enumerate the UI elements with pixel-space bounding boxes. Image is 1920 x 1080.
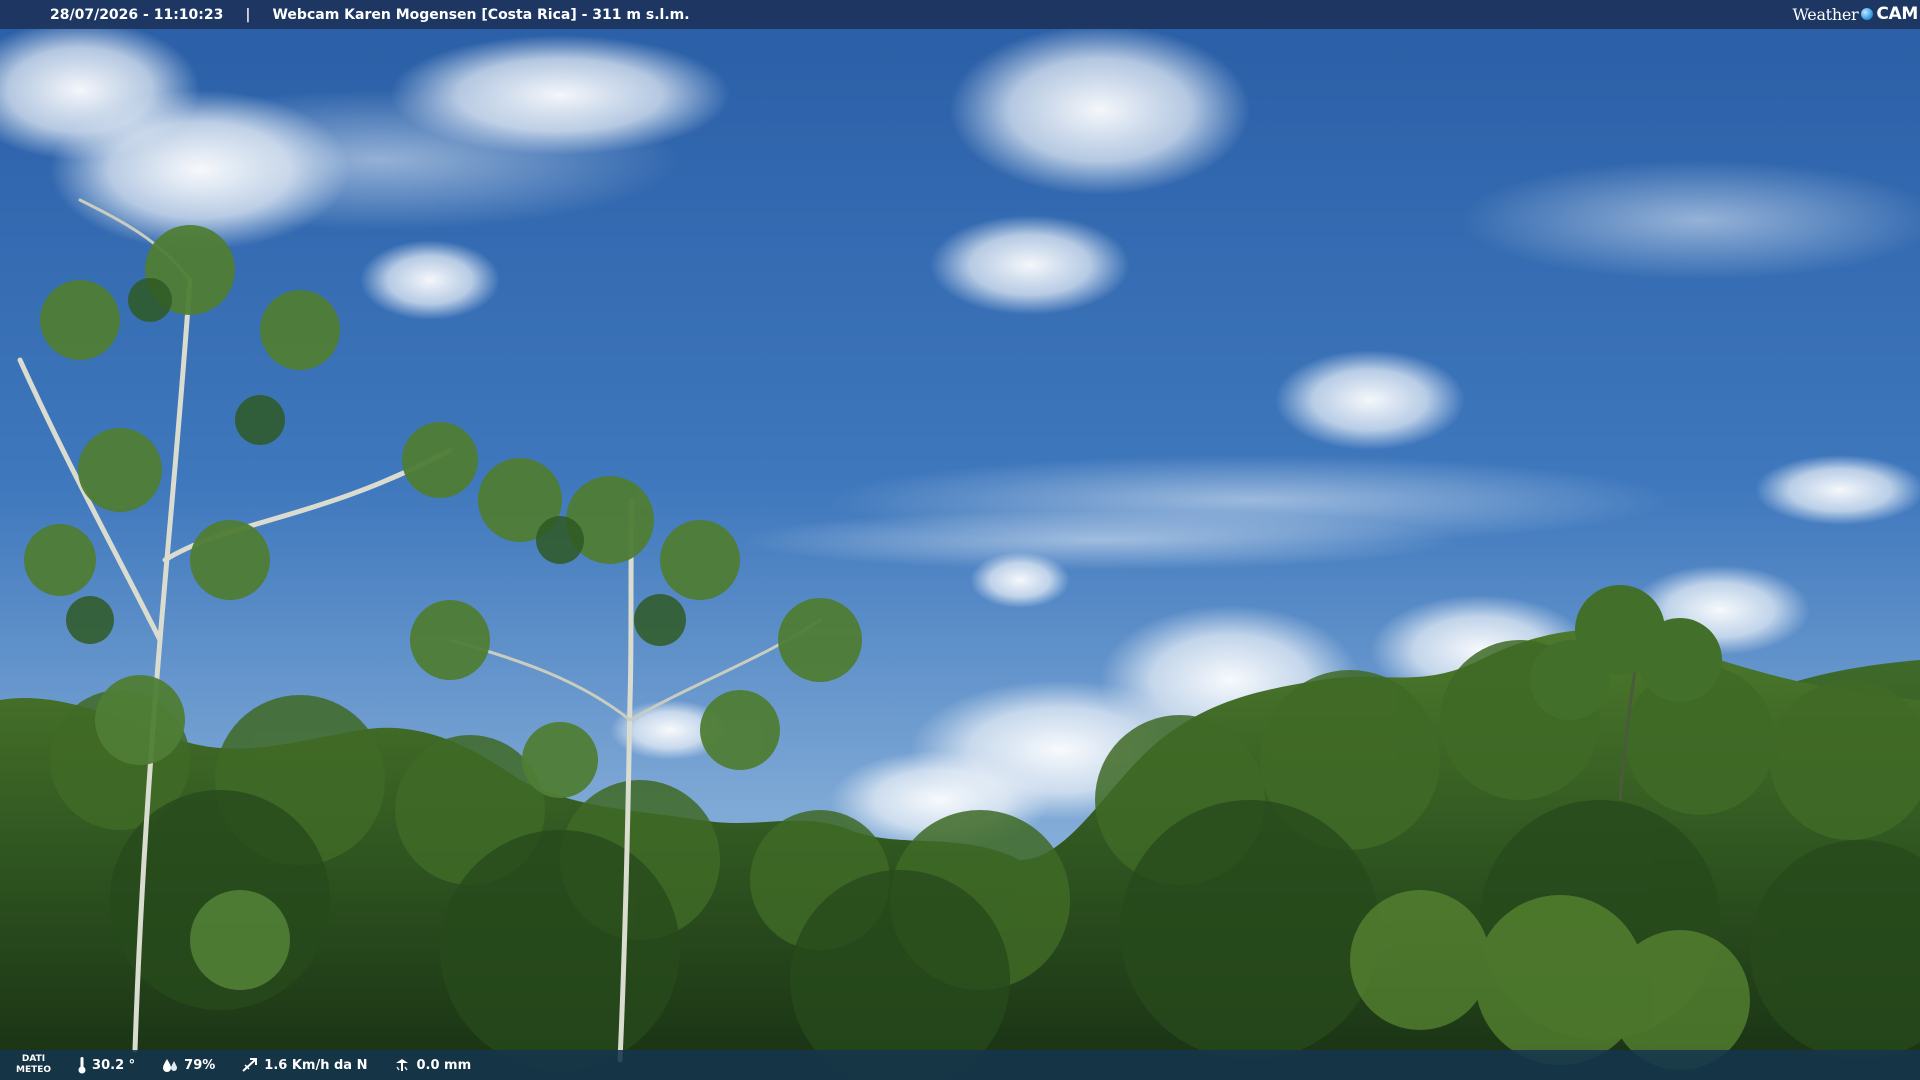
logo-text-weather: Weather — [1792, 4, 1859, 24]
weather-data-label: DATI METEO — [16, 1054, 51, 1076]
weather-data-label-line2: METEO — [16, 1065, 52, 1075]
weathercam-logo: Weather CAM — [1792, 3, 1918, 25]
temperature-reading: 30.2 ° — [77, 1056, 135, 1074]
humidity-value: 79% — [184, 1057, 216, 1073]
title-separator: | — [245, 6, 251, 23]
humidity-reading: 79% — [161, 1057, 215, 1073]
timestamp: 28/07/2026 - 11:10:23 — [50, 6, 224, 23]
webcam-view: 28/07/2026 - 11:10:23 | Webcam Karen Mog… — [0, 0, 1920, 1080]
thermometer-icon — [78, 1057, 86, 1074]
rain-reading: 0.0 mm — [393, 1057, 471, 1073]
logo-text-cam: CAM — [1876, 4, 1918, 24]
rain-value: 0.0 mm — [416, 1057, 472, 1073]
weather-data-bar: DATI METEO 30.2 ° 79% 1.6 Km/h da N 0.0 … — [0, 1050, 1920, 1080]
rain-gauge-icon — [396, 1059, 409, 1071]
humidity-drops-icon — [163, 1059, 178, 1072]
webcam-image — [0, 0, 1920, 1080]
webcam-title: Webcam Karen Mogensen [Costa Rica] - 311… — [272, 6, 690, 23]
weather-data-label-line1: DATI — [21, 1054, 46, 1064]
wind-arrow-icon — [242, 1058, 258, 1072]
wind-reading: 1.6 Km/h da N — [241, 1057, 367, 1073]
wind-value: 1.6 Km/h da N — [264, 1057, 368, 1073]
temperature-value: 30.2 ° — [92, 1057, 136, 1073]
logo-globe-icon — [1861, 8, 1874, 20]
info-top-bar: 28/07/2026 - 11:10:23 | Webcam Karen Mog… — [0, 0, 1920, 29]
